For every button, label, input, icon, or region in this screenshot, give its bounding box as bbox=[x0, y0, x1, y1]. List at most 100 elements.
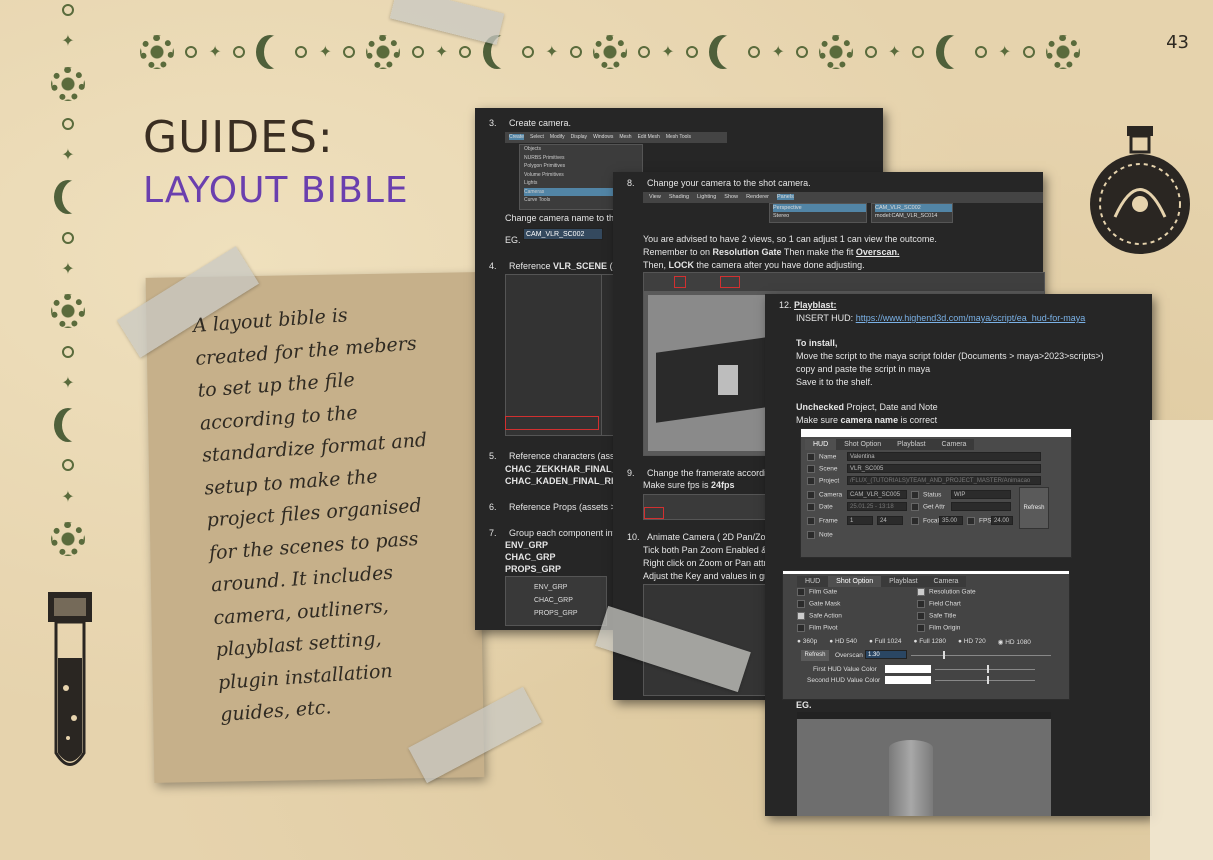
checkbox[interactable] bbox=[911, 503, 919, 511]
tab-camera[interactable]: Camera bbox=[933, 439, 975, 450]
hud-window: HUD Shot Option Playblast Camera Name Va… bbox=[800, 428, 1072, 558]
frame-end-field[interactable]: 24 bbox=[877, 516, 903, 525]
date-field[interactable]: 25.01.25 - 13:18 bbox=[847, 502, 907, 511]
slider-handle[interactable] bbox=[943, 651, 945, 659]
tab-shot-option[interactable]: Shot Option bbox=[836, 439, 890, 450]
highlight-box bbox=[644, 507, 664, 519]
menu-item[interactable]: Stereo bbox=[773, 212, 866, 220]
resolution-option[interactable]: ● Full 1280 bbox=[913, 638, 945, 646]
install-line: Save it to the shelf. bbox=[796, 377, 873, 387]
text-run: camera name bbox=[840, 415, 899, 425]
menu-item[interactable]: CAM_VLR_SC002 bbox=[875, 204, 952, 212]
checkbox[interactable] bbox=[807, 503, 815, 511]
circle-icon bbox=[569, 46, 582, 58]
tab-hud[interactable]: HUD bbox=[805, 439, 837, 450]
name-field[interactable]: Valentina bbox=[847, 452, 1041, 461]
camera-field[interactable]: CAM_VLR_SC005 bbox=[847, 490, 907, 499]
menu-item[interactable]: Lighting bbox=[697, 194, 716, 200]
sparkle-icon: ✦ bbox=[887, 42, 902, 61]
menu-item[interactable]: model:CAM_VLR_SC014 bbox=[875, 212, 952, 220]
option-label: Safe Action bbox=[809, 612, 842, 620]
checkbox[interactable] bbox=[917, 624, 925, 632]
checkbox[interactable] bbox=[967, 517, 975, 525]
scene-field[interactable]: VLR_SC005 bbox=[847, 464, 1041, 473]
text-run: Unchecked bbox=[796, 402, 845, 412]
checkbox[interactable] bbox=[917, 612, 925, 620]
checkbox[interactable] bbox=[911, 491, 919, 499]
field-label: Focal bbox=[923, 517, 939, 525]
second-hud-color-swatch[interactable] bbox=[885, 676, 931, 684]
tab-camera[interactable]: Camera bbox=[925, 576, 967, 587]
color-slider[interactable] bbox=[935, 680, 1035, 681]
menu-item[interactable]: Modify bbox=[550, 134, 565, 140]
checkbox[interactable] bbox=[797, 588, 805, 596]
menu-item-panels[interactable]: Panels bbox=[777, 194, 794, 200]
circle-icon bbox=[638, 46, 651, 58]
overscan-field[interactable]: 1.30 bbox=[865, 650, 907, 659]
checkbox[interactable] bbox=[911, 517, 919, 525]
menu-item[interactable]: Perspective bbox=[773, 204, 866, 212]
tab-playblast[interactable]: Playblast bbox=[889, 439, 934, 450]
tab-hud[interactable]: HUD bbox=[797, 576, 829, 587]
camera-name-field[interactable]: CAM_VLR_SC002 bbox=[523, 228, 603, 240]
menu-item[interactable]: Polygon Primitives bbox=[524, 162, 642, 171]
refresh-button[interactable]: Refresh bbox=[1019, 487, 1049, 529]
tab-shot-option[interactable]: Shot Option bbox=[828, 576, 882, 587]
menu-item[interactable]: Create bbox=[509, 134, 525, 140]
menu-item[interactable]: View bbox=[649, 194, 661, 200]
menu-item[interactable]: Select bbox=[530, 134, 544, 140]
file-menu-screenshot bbox=[505, 274, 607, 436]
menu-item[interactable]: Show bbox=[724, 194, 738, 200]
resolution-option[interactable]: ● HD 540 bbox=[829, 638, 857, 646]
menu-item[interactable]: Mesh bbox=[619, 134, 631, 140]
resolution-option[interactable]: ● HD 720 bbox=[958, 638, 986, 646]
tab-playblast[interactable]: Playblast bbox=[881, 576, 926, 587]
focal-field[interactable]: 35.00 bbox=[939, 516, 963, 525]
hud-script-link[interactable]: https://www.highend3d.com/maya/script/ea… bbox=[856, 313, 1086, 323]
checkbox[interactable] bbox=[807, 531, 815, 539]
shot-option-window: HUD Shot Option Playblast Camera Film Ga… bbox=[782, 570, 1070, 700]
checkbox[interactable] bbox=[917, 600, 925, 608]
note-text: A layout bible is created for the mebers… bbox=[192, 293, 471, 732]
checkbox[interactable] bbox=[807, 465, 815, 473]
frame-start-field[interactable]: 1 bbox=[847, 516, 873, 525]
text-run: INSERT HUD: bbox=[796, 313, 856, 323]
checkbox-checked[interactable] bbox=[797, 612, 805, 620]
text-run: Project, Date and Note bbox=[844, 402, 938, 412]
checkbox-checked[interactable] bbox=[917, 588, 925, 596]
checkbox[interactable] bbox=[807, 477, 815, 485]
status-select[interactable]: WIP bbox=[951, 490, 1011, 499]
resolution-option[interactable]: ● 360p bbox=[797, 638, 817, 646]
menu-item[interactable]: Shading bbox=[669, 194, 689, 200]
menu-item[interactable]: Display bbox=[571, 134, 587, 140]
menu-item[interactable]: Windows bbox=[593, 134, 613, 140]
resolution-option-selected[interactable]: ◉ HD 1080 bbox=[998, 638, 1031, 646]
outliner-item[interactable]: PROPS_GRP bbox=[534, 607, 606, 620]
refresh-button[interactable]: Refresh bbox=[801, 650, 829, 661]
get-attr-field[interactable] bbox=[951, 502, 1011, 511]
checkbox[interactable] bbox=[797, 600, 805, 608]
menu-item[interactable]: Renderer bbox=[746, 194, 769, 200]
menu-item[interactable]: Mesh Tools bbox=[666, 134, 691, 140]
checkbox[interactable] bbox=[807, 491, 815, 499]
checkbox[interactable] bbox=[797, 624, 805, 632]
overscan-slider[interactable] bbox=[911, 655, 1051, 656]
color-slider[interactable] bbox=[935, 669, 1035, 670]
install-line: copy and paste the script in maya bbox=[796, 364, 931, 374]
menu-item[interactable]: Edit Mesh bbox=[638, 134, 660, 140]
first-hud-color-swatch[interactable] bbox=[885, 665, 931, 673]
sun-icon bbox=[51, 66, 85, 101]
resolution-option[interactable]: ● Full 1024 bbox=[869, 638, 901, 646]
menu-item[interactable]: NURBS Primitives bbox=[524, 154, 642, 163]
checkbox[interactable] bbox=[807, 453, 815, 461]
fps-field[interactable]: 24.00 bbox=[991, 516, 1013, 525]
outliner-item[interactable]: ENV_GRP bbox=[534, 581, 606, 594]
outliner-item[interactable]: CHAC_GRP bbox=[534, 594, 606, 607]
menu-item[interactable]: Objects bbox=[524, 145, 642, 154]
overscan-label: Overscan bbox=[835, 652, 863, 659]
checkbox[interactable] bbox=[807, 517, 815, 525]
slider-handle[interactable] bbox=[987, 676, 989, 684]
project-field[interactable]: /FLUX_(TUTORIALS)/TEAM_AND_PROJECT_MASTE… bbox=[847, 476, 1041, 485]
slider-handle[interactable] bbox=[987, 665, 989, 673]
option-label: Film Origin bbox=[929, 624, 961, 632]
